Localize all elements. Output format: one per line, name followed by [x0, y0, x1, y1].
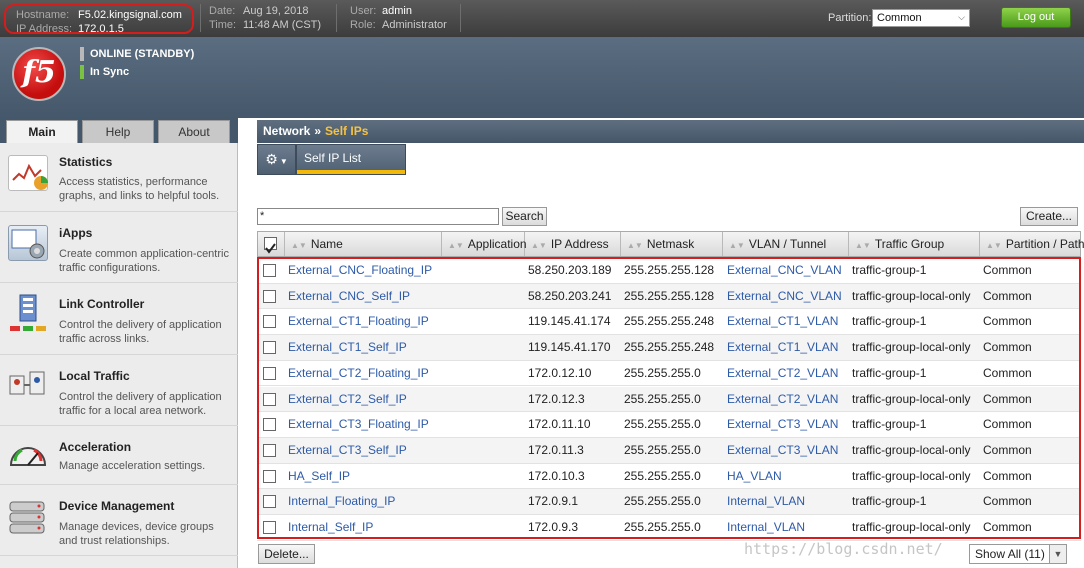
partition-label: Partition: — [828, 12, 872, 24]
column-header-traffic-group[interactable]: ▲▼ Traffic Group — [849, 232, 980, 256]
nav-desc: Create common application-centric traffi… — [59, 248, 229, 274]
nav-title: iApps — [59, 226, 93, 240]
acceleration-icon — [8, 439, 48, 475]
nav-desc: Manage acceleration settings. — [59, 460, 206, 472]
sort-icon: ▲▼ — [448, 241, 464, 250]
tab-self-ip-list[interactable]: Self IP List — [296, 144, 406, 175]
column-header-application[interactable]: ▲▼ Application — [442, 232, 527, 256]
breadcrumb-page: Self IPs — [325, 124, 369, 138]
chevron-down-icon[interactable]: ▼ — [1049, 544, 1067, 564]
nav-desc: Manage devices, device groups and trust … — [59, 521, 214, 547]
column-header-ip-address[interactable]: ▲▼ IP Address — [525, 232, 621, 256]
status-indicator — [80, 65, 84, 79]
tab-help[interactable]: Help — [82, 120, 154, 145]
tab-label: Self IP List — [304, 151, 362, 165]
statistics-icon — [8, 155, 48, 191]
date-value: Aug 19, 2018 — [243, 5, 309, 17]
role-label: Role: — [350, 19, 376, 31]
nav-title: Local Traffic — [59, 369, 130, 383]
caret-down-icon: ▼ — [279, 157, 288, 166]
iapps-icon — [8, 225, 48, 261]
sort-icon: ▲▼ — [855, 241, 871, 250]
hostname-label: Hostname: — [16, 9, 70, 21]
time-label: Time: — [209, 19, 237, 31]
hostname-value: F5.02.kingsignal.com — [78, 9, 182, 21]
nav-title: Acceleration — [59, 440, 132, 454]
partition-select[interactable]: Common ⌵ — [872, 9, 970, 27]
nav-item-statistics[interactable]: Statistics Access statistics, performanc… — [0, 143, 238, 212]
ha-status: ONLINE (STANDBY) — [80, 47, 195, 61]
ha-status-text: ONLINE (STANDBY) — [90, 48, 195, 60]
logout-button[interactable]: Log out — [1001, 7, 1071, 28]
partition-value: Common — [877, 12, 922, 24]
sort-icon: ▲▼ — [531, 241, 547, 250]
sync-status: In Sync — [80, 65, 130, 79]
sort-icon: ▲▼ — [729, 241, 745, 250]
tab-main[interactable]: Main — [6, 120, 78, 145]
date-info: Date: Aug 19, 2018 Time: 11:48 AM (CST) — [209, 4, 321, 32]
nav-title: Link Controller — [59, 297, 145, 311]
nav-item-acceleration[interactable]: Acceleration Manage acceleration setting… — [0, 427, 238, 485]
separator — [200, 4, 201, 32]
nav-item-iapps[interactable]: iApps Create common application-centric … — [0, 213, 238, 283]
ip-address-label: IP Address: — [16, 23, 73, 35]
left-nav: Statistics Access statistics, performanc… — [0, 143, 238, 568]
sort-icon: ▲▼ — [627, 241, 643, 250]
table-header: ▲▼ Name ▲▼ Application ▲▼ IP Address ▲▼ Netm… — [257, 231, 1084, 257]
highlight-box — [257, 257, 1081, 539]
separator — [460, 4, 461, 32]
column-header-partition[interactable]: ▲▼ Partition / Path — [980, 232, 1084, 256]
select-all-cell — [258, 232, 285, 256]
sort-icon: ▲▼ — [986, 241, 1002, 250]
device-management-icon — [8, 500, 48, 536]
column-header-vlan[interactable]: ▲▼ VLAN / Tunnel — [723, 232, 849, 256]
nav-item-local-traffic[interactable]: Local Traffic Control the delivery of ap… — [0, 356, 238, 426]
sync-status-text: In Sync — [90, 66, 130, 78]
column-header-name[interactable]: ▲▼ Name — [285, 232, 442, 256]
select-all-checkbox[interactable] — [264, 237, 277, 254]
search-button[interactable]: Search — [502, 207, 547, 226]
sort-icon: ▲▼ — [291, 241, 307, 250]
watermark: https://blog.csdn.net/ — [744, 540, 943, 558]
user-info: User: admin Role: Administrator — [350, 4, 447, 32]
nav-item-link-controller[interactable]: Link Controller Control the delivery of … — [0, 284, 238, 355]
tab-about[interactable]: About — [158, 120, 230, 145]
create-button[interactable]: Create... — [1020, 207, 1078, 226]
link-controller-icon — [8, 294, 48, 331]
left-tabs: Main Help About — [0, 118, 238, 145]
delete-button[interactable]: Delete... — [258, 544, 315, 564]
breadcrumb: Network » Self IPs — [257, 120, 1084, 143]
host-info: Hostname: F5.02.kingsignal.com IP Address… — [4, 4, 194, 35]
nav-item-device-management[interactable]: Device Management Manage devices, device… — [0, 486, 238, 556]
status-indicator — [80, 47, 84, 61]
breadcrumb-separator: » — [314, 124, 322, 138]
date-label: Date: — [209, 5, 236, 17]
top-bar: Hostname: F5.02.kingsignal.com IP Address… — [0, 0, 1084, 37]
nav-title: Statistics — [59, 155, 113, 169]
time-value: 11:48 AM (CST) — [243, 19, 322, 31]
role-value: Administrator — [382, 19, 447, 31]
nav-desc: Control the delivery of application traf… — [59, 391, 222, 417]
search-input[interactable]: * — [257, 208, 499, 225]
user-value: admin — [382, 5, 412, 17]
ip-address-value: 172.0.1.5 — [78, 23, 124, 35]
f5-logo: f5 — [12, 47, 66, 101]
gear-icon: ⚙ — [265, 151, 278, 167]
column-header-netmask[interactable]: ▲▼ Netmask — [621, 232, 723, 256]
active-tab-underline — [297, 170, 405, 174]
chevron-down-icon: ⌵ — [958, 12, 965, 22]
user-label: User: — [350, 5, 377, 17]
local-traffic-icon — [8, 370, 48, 406]
nav-title: Device Management — [59, 499, 175, 513]
breadcrumb-section[interactable]: Network — [263, 124, 310, 138]
separator — [336, 4, 337, 32]
gear-menu-button[interactable]: ⚙ ▼ — [257, 144, 296, 175]
nav-desc: Control the delivery of application traf… — [59, 319, 222, 345]
nav-desc: Access statistics, performance graphs, a… — [59, 176, 220, 202]
